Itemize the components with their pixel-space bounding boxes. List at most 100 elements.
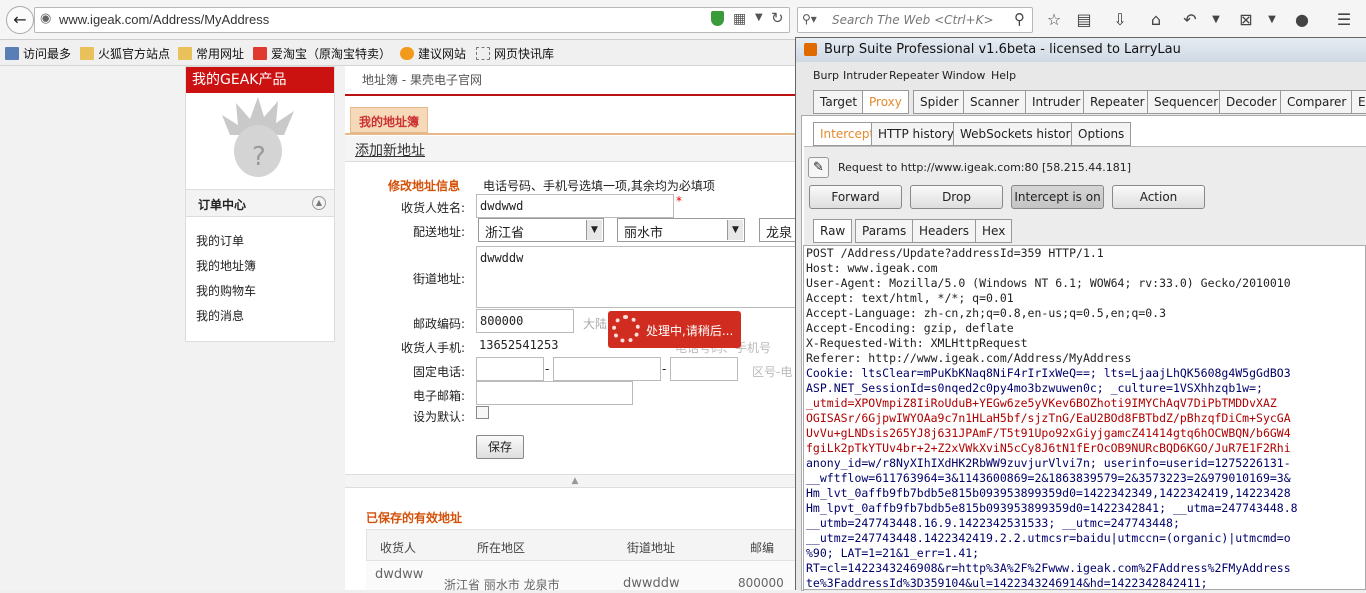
chevron-down-icon[interactable]: ▼ (1206, 10, 1226, 30)
zip-input[interactable]: 800000 (476, 309, 574, 333)
tab-sequencer[interactable]: Sequencer (1147, 90, 1226, 114)
search-input[interactable]: Search The Web <Ctrl+K> (832, 13, 994, 27)
tab-address-book[interactable]: 我的地址簿 (350, 107, 428, 133)
sidebar-item-messages[interactable]: 我的消息 (196, 307, 244, 324)
phone-number-input[interactable] (553, 357, 661, 381)
request-line: anony_id=w/r8NyXIhIXdHK2RbWW9zuvjurVlvi7… (806, 456, 1291, 470)
bookmark-common-sites[interactable]: 常用网址 (178, 45, 244, 62)
request-line: %90; LAT=1=21&1_err=1.41; (806, 546, 980, 560)
star-icon[interactable]: ☆ (1044, 10, 1064, 30)
bookmark-ai-taobao[interactable]: 爱淘宝（原淘宝特卖） (253, 45, 391, 62)
street-label: 街道地址: (412, 272, 465, 286)
name-input[interactable]: dwdwwd (476, 194, 674, 218)
folder-icon (178, 47, 192, 60)
crop-icon[interactable]: ⊠ (1236, 10, 1256, 30)
shield-icon[interactable] (711, 11, 724, 26)
tab-scanner[interactable]: Scanner (963, 90, 1027, 114)
subtab-http-history[interactable]: HTTP history (871, 122, 961, 146)
sidebar-item-cart[interactable]: 我的购物车 (196, 282, 256, 299)
tab-target[interactable]: Target (813, 90, 865, 114)
burp-title: Burp Suite Professional v1.6beta - licen… (824, 42, 1181, 57)
sidebar-item-orders[interactable]: 我的订单 (196, 232, 244, 249)
tab-extender[interactable]: Ex (1351, 90, 1366, 114)
reading-list-icon[interactable]: ▤ (1074, 10, 1094, 30)
request-line: Cookie: ltsClear=mPuKbKNaq8NiF4rIrIxWeQ=… (806, 366, 1291, 380)
menu-repeater[interactable]: Repeater (889, 69, 939, 82)
request-line: POST /Address/Update?addressId=359 HTTP/… (806, 246, 1104, 260)
tab-intruder[interactable]: Intruder (1025, 90, 1088, 114)
url-bar[interactable]: ◉ www.igeak.com/Address/MyAddress ▦ ▼ ↻ (34, 7, 790, 33)
tab-spider[interactable]: Spider (913, 90, 966, 114)
tab-comparer[interactable]: Comparer (1280, 90, 1354, 114)
bookmark-most-visited[interactable]: 访问最多 (5, 45, 71, 62)
back-button[interactable]: ← (6, 6, 34, 34)
pencil-icon[interactable]: ✎ (808, 157, 829, 178)
col-receiver: 收货人 (380, 541, 417, 555)
cell-zip: 800000 (738, 576, 784, 590)
magnifier-icon[interactable]: ⚲ (1014, 10, 1025, 28)
col-region: 所在地区 (477, 541, 526, 555)
viewtab-hex[interactable]: Hex (975, 219, 1013, 243)
spinner-icon (612, 315, 640, 343)
download-icon[interactable]: ⇩ (1110, 10, 1130, 30)
province-select[interactable]: 浙江省 ▼ (478, 218, 604, 242)
tab-decoder[interactable]: Decoder (1219, 90, 1284, 114)
mobile-input[interactable]: 13652541253 (479, 338, 558, 352)
tab-repeater[interactable]: Repeater (1083, 90, 1152, 114)
menu-intruder[interactable]: Intruder (843, 69, 887, 82)
request-line: fgiLk2pTkYTUv4br+2+Z2xVWkXviN5cCy8J6tN1f… (806, 441, 1291, 455)
tab-proxy[interactable]: Proxy (862, 90, 909, 114)
viewtab-headers[interactable]: Headers (912, 219, 976, 243)
intercept-toggle-button[interactable]: Intercept is on (1011, 185, 1104, 209)
menu-window[interactable]: Window (942, 69, 985, 82)
drop-button[interactable]: Drop (910, 185, 1003, 209)
dropdown-icon[interactable]: ▼ (755, 12, 763, 23)
breadcrumb-divider (345, 94, 805, 96)
phone-label: 固定电话: (412, 365, 465, 379)
phone-dash: - (662, 362, 667, 376)
collapse-icon[interactable]: ▲ (312, 196, 326, 210)
menu-icon[interactable]: ☰ (1334, 10, 1354, 30)
order-center-header[interactable]: 订单中心 ▲ (186, 189, 334, 217)
subtab-options[interactable]: Options (1071, 122, 1132, 146)
city-select[interactable]: 丽水市 ▼ (617, 218, 745, 242)
sidebar-item-address-book[interactable]: 我的地址簿 (196, 257, 256, 274)
phone-area-input[interactable] (476, 357, 544, 381)
street-textarea[interactable]: dwwddw (476, 246, 805, 308)
phone-ext-input[interactable] (670, 357, 738, 381)
action-button[interactable]: Action (1112, 185, 1205, 209)
home-icon[interactable]: ⌂ (1146, 10, 1166, 30)
save-button[interactable]: 保存 (476, 435, 524, 459)
qr-code-icon[interactable]: ▦ (733, 11, 746, 27)
chat-icon[interactable]: ● (1292, 10, 1312, 30)
request-line: ASP.NET_SessionId=s0nqed2c0py4mo3bzwuwen… (806, 381, 1263, 395)
request-line: OGISASr/6GjpwIWYOAa9c7n1HLaH5bf/sjzTnG/E… (806, 411, 1291, 425)
svg-text:?: ? (252, 142, 266, 172)
request-line: X-Requested-With: XMLHttpRequest (806, 336, 1028, 350)
chevron-up-icon[interactable]: ▲ (572, 476, 579, 486)
menu-help[interactable]: Help (991, 69, 1016, 82)
burp-logo-icon (804, 43, 817, 56)
forward-button[interactable]: Forward (809, 185, 902, 209)
search-engine-icon[interactable]: ⚲▾ (802, 12, 817, 26)
order-center-label: 订单中心 (198, 198, 247, 212)
email-input[interactable] (476, 381, 633, 405)
bookmark-web-slices[interactable]: 网页快讯库 (476, 45, 554, 62)
raw-request-editor[interactable]: POST /Address/Update?addressId=359 HTTP/… (803, 245, 1366, 590)
bookmark-firefox-site[interactable]: 火狐官方站点 (80, 45, 170, 62)
zip-label: 邮政编码: (412, 317, 465, 331)
bookmark-suggested-sites[interactable]: 建议网站 (400, 45, 466, 62)
menu-burp[interactable]: Burp (813, 69, 839, 82)
globe-icon: ◉ (40, 11, 52, 26)
subtab-websockets-history[interactable]: WebSockets history (953, 122, 1085, 146)
viewtab-raw[interactable]: Raw (813, 219, 853, 243)
reload-icon[interactable]: ↻ (771, 9, 784, 27)
default-checkbox[interactable] (476, 406, 489, 419)
chevron-down-icon[interactable]: ▼ (1262, 10, 1282, 30)
search-bar[interactable]: ⚲▾ Search The Web <Ctrl+K> ⚲ (797, 7, 1033, 33)
undo-icon[interactable]: ↶ (1180, 10, 1200, 30)
request-line: Referer: http://www.igeak.com/Address/My… (806, 351, 1132, 365)
district-value: 龙泉 (766, 226, 793, 241)
sidebar: 我的GEAK产品 ? 订单中心 ▲ 我的订单 我的地址簿 我的购物车 我的消息 (185, 66, 335, 342)
viewtab-params[interactable]: Params (855, 219, 914, 243)
